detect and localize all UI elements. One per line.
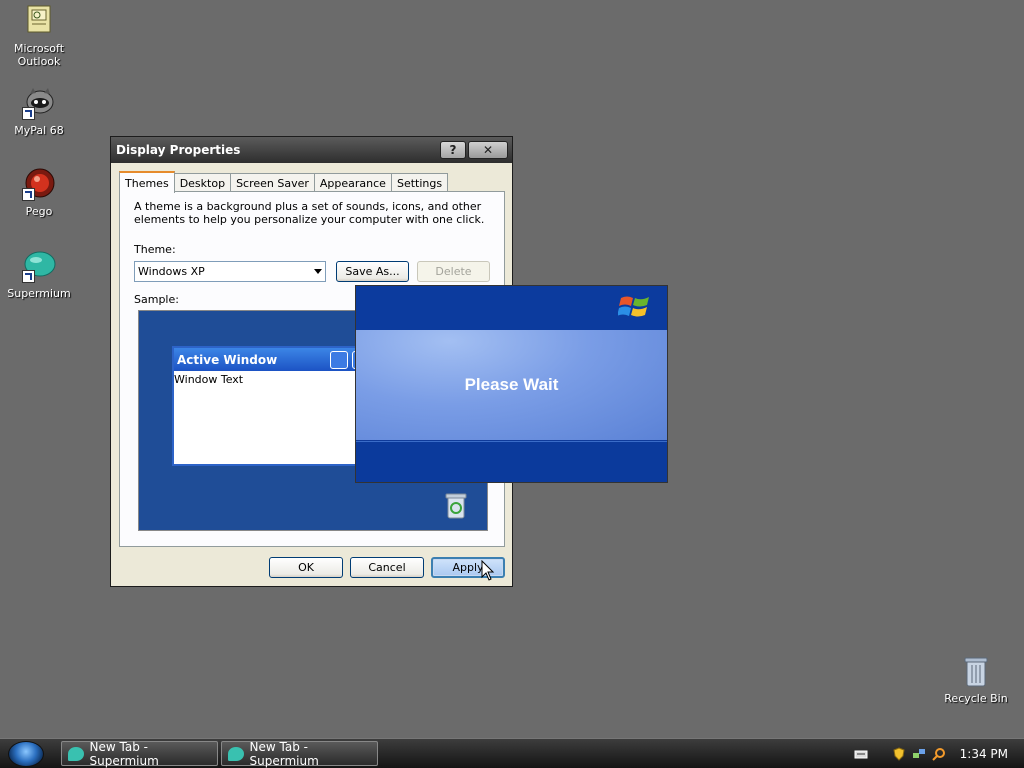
- tab-strip: Themes Desktop Screen Saver Appearance S…: [119, 171, 449, 193]
- recycle-bin-label: Recycle Bin: [944, 692, 1008, 705]
- windows-logo-icon: [618, 296, 649, 317]
- system-tray: 1:34 PM: [854, 739, 1024, 768]
- cancel-button[interactable]: Cancel: [350, 557, 424, 578]
- taskbar-item-label: New Tab - Supermium: [89, 739, 159, 768]
- chevron-down-icon: [314, 269, 322, 274]
- tab-appearance[interactable]: Appearance: [313, 173, 392, 192]
- shortcut-arrow-icon: [22, 188, 35, 201]
- taskbar-item[interactable]: New Tab - Supermium: [221, 739, 378, 768]
- security-shield-icon[interactable]: [892, 746, 906, 761]
- clock[interactable]: 1:34 PM: [960, 747, 1008, 761]
- desktop-icon-label: Outlook: [17, 55, 61, 68]
- desktop-icon-outlook[interactable]: Microsoft Outlook: [0, 4, 78, 68]
- desktop-icon-recycle-bin[interactable]: Recycle Bin: [940, 656, 1012, 705]
- taskbar-item[interactable]: New Tab - Supermium: [61, 739, 218, 768]
- supermium-icon: [68, 746, 84, 761]
- help-button[interactable]: ?: [440, 141, 466, 159]
- desktop-icon-label: Microsoft: [13, 42, 65, 55]
- mouse-cursor-icon: [481, 560, 495, 581]
- tab-themes[interactable]: Themes: [119, 171, 175, 193]
- tab-desktop[interactable]: Desktop: [173, 173, 232, 192]
- supermium-icon: [228, 746, 244, 761]
- network-icon[interactable]: [912, 747, 926, 761]
- recycle-bin-icon: [445, 492, 467, 520]
- desktop-icon-supermium[interactable]: Supermium: [0, 249, 78, 300]
- close-button[interactable]: ✕: [468, 141, 508, 159]
- themes-description: A theme is a background plus a set of so…: [134, 200, 485, 226]
- keyboard-icon[interactable]: [854, 747, 868, 761]
- ok-button[interactable]: OK: [269, 557, 343, 578]
- sample-window-title: Active Window: [177, 352, 278, 367]
- taskbar: New Tab - Supermium New Tab - Supermium …: [0, 738, 1024, 768]
- dialog-title: Display Properties: [116, 143, 241, 157]
- pego-icon: [22, 167, 56, 201]
- minimize-icon: [330, 350, 348, 369]
- sample-window-text: Window Text: [174, 373, 244, 386]
- shortcut-arrow-icon: [22, 270, 35, 283]
- theme-select[interactable]: Windows XP: [134, 261, 326, 282]
- please-wait-top-band: [356, 286, 667, 331]
- desktop-icon-mypal[interactable]: MyPal 68: [0, 86, 78, 137]
- mypal-icon: [22, 86, 56, 120]
- supermium-icon: [22, 249, 56, 283]
- dialog-titlebar[interactable]: Display Properties ? ✕: [111, 137, 512, 163]
- sample-active-window: Active Window Window Text: [172, 346, 372, 466]
- sample-label: Sample:: [134, 293, 179, 306]
- shortcut-arrow-icon: [22, 107, 35, 120]
- please-wait-bottom-band: [356, 441, 667, 482]
- recycle-bin-icon: [961, 656, 991, 688]
- theme-label: Theme:: [134, 243, 176, 256]
- theme-select-value: Windows XP: [138, 265, 205, 278]
- please-wait-window: Please Wait: [355, 285, 668, 483]
- delete-button[interactable]: Delete: [417, 261, 490, 282]
- desktop-icon-label: MyPal 68: [14, 124, 64, 137]
- save-as-button[interactable]: Save As...: [336, 261, 409, 282]
- sample-window-titlebar: Active Window: [174, 348, 370, 371]
- desktop-icon-label: Supermium: [7, 287, 71, 300]
- desktop-icon-pego[interactable]: Pego: [0, 167, 78, 218]
- tab-screen-saver[interactable]: Screen Saver: [230, 173, 315, 192]
- please-wait-message: Please Wait: [356, 330, 667, 440]
- desktop-icon-label: Pego: [25, 205, 53, 218]
- tab-settings[interactable]: Settings: [390, 173, 449, 192]
- start-button[interactable]: [8, 741, 44, 767]
- search-icon[interactable]: [931, 747, 946, 761]
- taskbar-item-label: New Tab - Supermium: [249, 739, 319, 768]
- outlook-icon: [22, 4, 56, 38]
